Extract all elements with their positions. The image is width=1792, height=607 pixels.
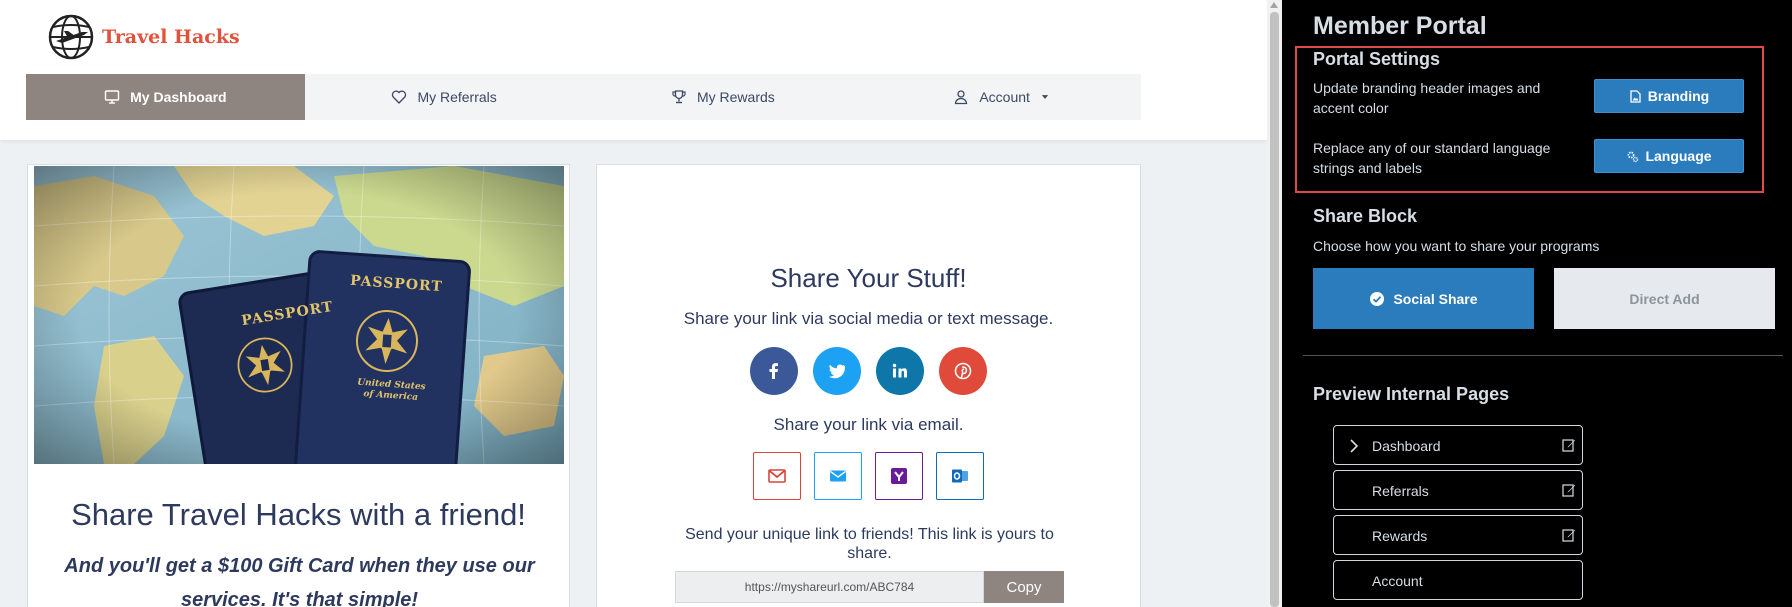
top-bar: Travel Hacks My Dashboard My Referrals M… (0, 0, 1267, 140)
social-share-label: Social Share (1393, 290, 1478, 307)
trophy-icon (672, 90, 686, 104)
member-portal-panel: Member Portal Portal Settings Update bra… (1282, 0, 1792, 607)
twitter-icon (829, 364, 846, 379)
preview-page-referrals[interactable]: Referrals (1333, 470, 1583, 510)
scrollbar-thumb[interactable] (1270, 12, 1279, 607)
edit-icon[interactable] (1562, 528, 1576, 542)
facebook-icon (769, 363, 778, 379)
social-share-label: Share your link via social media or text… (683, 309, 1054, 328)
share-stuff-title: Share Your Stuff! (770, 263, 967, 293)
divider (1303, 355, 1783, 356)
nav-label: My Referrals (417, 89, 497, 105)
outlook-button[interactable] (936, 452, 984, 500)
email-buttons (597, 452, 1140, 500)
copy-link-row: Copy (675, 571, 1064, 603)
gears-icon (1628, 151, 1639, 162)
preview-page-label: Referrals (1372, 483, 1429, 499)
heart-icon (392, 90, 407, 104)
nav-my-rewards[interactable]: My Rewards (584, 74, 863, 120)
share-block-title: Share Block (1313, 206, 1418, 226)
preview-page-rewards[interactable]: Rewards (1333, 515, 1583, 555)
outlook-icon (952, 469, 968, 483)
branding-description: Update branding header images and accent… (1313, 80, 1541, 116)
direct-add-option[interactable]: Direct Add (1554, 268, 1775, 329)
share-stuff-card: Share Your Stuff! Share your link via so… (596, 164, 1141, 607)
logo[interactable]: Travel Hacks (48, 14, 240, 60)
nav-label: My Dashboard (130, 89, 227, 105)
email-share-label: Share your link via email. (773, 415, 964, 434)
language-button[interactable]: Language (1594, 139, 1744, 173)
linkedin-button[interactable] (876, 347, 924, 395)
language-button-label: Language (1645, 148, 1712, 164)
eagle-seal-icon (237, 337, 293, 393)
scroll-up-arrow-icon[interactable] (1270, 2, 1278, 8)
preview-page-dashboard[interactable]: Dashboard (1333, 425, 1583, 465)
monitor-icon (104, 90, 120, 104)
nav-label: Account (979, 89, 1030, 105)
facebook-button[interactable] (750, 347, 798, 395)
image-file-icon (1630, 89, 1641, 103)
portal-title: Member Portal (1313, 12, 1487, 40)
main-nav: My Dashboard My Referrals My Rewards Acc… (26, 74, 1141, 120)
eagle-seal-icon (356, 310, 418, 372)
branding-button-label: Branding (1647, 88, 1710, 104)
check-circle-icon (1370, 291, 1385, 306)
yahoo-button[interactable] (875, 452, 923, 500)
user-icon (955, 90, 968, 105)
share-block-description: Choose how you want to share your progra… (1313, 238, 1600, 254)
pinterest-icon (954, 362, 972, 380)
share-link-input[interactable] (675, 571, 984, 603)
chevron-right-icon[interactable] (1348, 439, 1360, 453)
share-card-title: Share Travel Hacks with a friend! (71, 497, 526, 532)
gmail-button[interactable] (753, 452, 801, 500)
portal-settings-title: Portal Settings (1313, 49, 1441, 69)
preview-page-account[interactable]: Account (1333, 560, 1583, 600)
gmail-icon (768, 469, 786, 483)
member-app: Travel Hacks My Dashboard My Referrals M… (0, 0, 1267, 607)
nav-my-dashboard[interactable]: My Dashboard (26, 74, 305, 120)
linkedin-icon (892, 363, 907, 378)
nav-label: My Rewards (696, 89, 775, 105)
language-description: Replace any of our standard language str… (1313, 140, 1551, 176)
referral-card: PASSPORT PASSPORT United States of Ameri… (27, 164, 570, 607)
pinterest-button[interactable] (939, 347, 987, 395)
hero-image-passports: PASSPORT PASSPORT United States of Ameri… (34, 166, 564, 464)
nav-account[interactable]: Account (862, 74, 1141, 120)
social-share-option[interactable]: Social Share (1313, 268, 1534, 329)
preview-page-label: Dashboard (1372, 438, 1441, 454)
globe-plane-icon (48, 14, 94, 60)
preview-pages-title: Preview Internal Pages (1313, 384, 1510, 404)
nav-my-referrals[interactable]: My Referrals (305, 74, 584, 120)
mail-icon (830, 470, 846, 482)
branding-button[interactable]: Branding (1594, 79, 1744, 113)
share-card-subtitle: And you'll get a $100 Gift Card when the… (64, 555, 535, 607)
edit-icon[interactable] (1562, 438, 1576, 452)
preview-page-label: Rewards (1372, 528, 1428, 544)
social-buttons (597, 347, 1140, 395)
unique-link-label: Send your unique link to friends! This l… (685, 526, 1054, 562)
twitter-button[interactable] (813, 347, 861, 395)
yahoo-icon (891, 468, 907, 484)
preview-page-label: Account (1372, 573, 1423, 589)
edit-icon[interactable] (1562, 483, 1576, 497)
mail-button[interactable] (814, 452, 862, 500)
brand-name: Travel Hacks (102, 26, 240, 48)
caret-down-icon (1041, 95, 1049, 99)
copy-button[interactable]: Copy (984, 571, 1064, 603)
vertical-scrollbar[interactable] (1267, 0, 1282, 607)
